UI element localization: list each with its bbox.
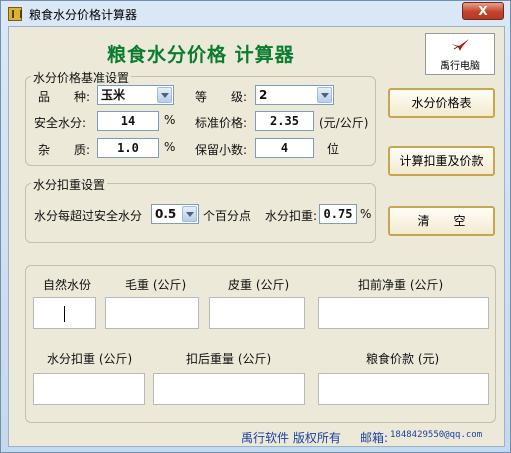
grade-value: 2	[259, 88, 268, 102]
decimals-field[interactable]: 4	[255, 138, 314, 158]
gross-weight-input[interactable]	[105, 297, 199, 329]
title-bar: 粮食水分价格计算器 X	[1, 1, 510, 27]
standard-price-label: 标准价格:	[195, 116, 248, 130]
moisture-deduct-label: 水分扣重 (公斤)	[47, 352, 133, 366]
window-title: 粮食水分价格计算器	[29, 8, 138, 22]
clear-button[interactable]: 清 空	[388, 206, 495, 236]
natural-moisture-label: 自然水份	[43, 278, 92, 292]
decimals-unit: 位	[327, 142, 340, 156]
impurity-label: 杂 质:	[38, 143, 91, 157]
moisture-deduct-rate-field[interactable]: 0.75	[319, 204, 357, 224]
grain-price-output	[318, 373, 489, 405]
email-label: 邮箱:	[360, 431, 389, 445]
grade-select[interactable]: 2	[255, 85, 334, 105]
safe-moisture-unit: %	[164, 113, 176, 127]
page-title: 粮食水分价格 计算器	[107, 44, 295, 66]
deduction-settings-label: 水分扣重设置	[31, 176, 108, 193]
grade-label: 等 级:	[195, 90, 248, 104]
bird-logo-icon	[451, 39, 469, 51]
chevron-down-icon[interactable]	[182, 206, 197, 222]
net-after-output	[153, 373, 305, 405]
moisture-deduct-rate-unit: %	[360, 207, 372, 221]
base-settings-label: 水分价格基准设置	[31, 69, 132, 86]
close-button[interactable]: X	[462, 2, 504, 20]
logo-text: 禹行电脑	[440, 61, 480, 72]
grain-price-label: 粮食价款 (元)	[366, 352, 440, 366]
gross-weight-label: 毛重 (公斤)	[125, 278, 187, 292]
chevron-down-icon[interactable]	[317, 87, 332, 103]
variety-label: 品 种:	[38, 90, 91, 104]
tare-weight-input[interactable]	[209, 297, 305, 329]
brand-logo: 禹行电脑	[425, 33, 495, 75]
over-safe-suffix: 个百分点	[203, 209, 252, 223]
text-cursor	[64, 306, 65, 322]
standard-price-unit: (元/公斤)	[319, 116, 369, 130]
variety-select[interactable]: 玉米	[97, 85, 174, 105]
calculate-button[interactable]: 计算扣重及价款	[388, 146, 495, 176]
net-before-label: 扣前净重 (公斤)	[358, 278, 444, 292]
price-table-button[interactable]: 水分价格表	[388, 88, 495, 118]
net-after-label: 扣后重量 (公斤)	[186, 352, 272, 366]
tare-weight-label: 皮重 (公斤)	[228, 278, 290, 292]
impurity-unit: %	[164, 140, 176, 154]
safe-moisture-field[interactable]: 14	[97, 111, 159, 131]
over-safe-label: 水分每超过安全水分	[34, 209, 143, 223]
copyright-text: 禹行软件 版权所有	[241, 431, 341, 445]
net-before-output	[318, 297, 489, 329]
email-address: 1848429550@qq.com	[390, 430, 483, 440]
impurity-field[interactable]: 1.0	[97, 138, 159, 158]
moisture-deduct-output	[33, 373, 145, 405]
client-area: 粮食水分价格 计算器 禹行电脑 水分价格基准设置 品 种: 玉米 等 级: 2 …	[8, 26, 505, 447]
safe-moisture-label: 安全水分:	[34, 116, 87, 130]
decimals-label: 保留小数:	[195, 143, 248, 157]
over-safe-value: 0.5	[155, 207, 177, 221]
app-window: 粮食水分价格计算器 X 粮食水分价格 计算器 禹行电脑 水分价格基准设置 品 种…	[0, 0, 511, 453]
natural-moisture-input[interactable]	[33, 297, 96, 329]
standard-price-field[interactable]: 2.35	[255, 111, 314, 131]
moisture-deduct-rate-label: 水分扣重:	[265, 209, 318, 223]
grain-app-icon	[8, 7, 22, 21]
variety-value: 玉米	[101, 88, 126, 102]
over-safe-select[interactable]: 0.5	[151, 204, 199, 224]
chevron-down-icon[interactable]	[157, 87, 172, 103]
